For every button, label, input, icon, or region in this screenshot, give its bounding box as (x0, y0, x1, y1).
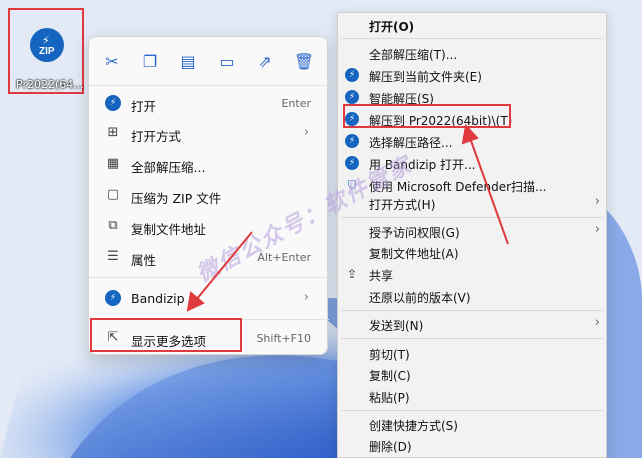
bandizip-file-icon: ⚡ ZIP (30, 28, 64, 62)
share-icon[interactable]: ⇗ (254, 51, 276, 73)
classic-item-extract-here[interactable]: ⚡ 解压到当前文件夹(E) (338, 65, 608, 86)
classic-item-paste[interactable]: 粘贴(P) (338, 386, 608, 407)
divider (341, 38, 603, 39)
classic-item-delete[interactable]: 删除(D) (338, 435, 608, 456)
classic-item-open-with[interactable]: 打开方式(H) › (338, 193, 608, 214)
divider (341, 410, 603, 411)
share-icon: ⇪ (346, 267, 358, 281)
chevron-right-icon: › (303, 125, 309, 140)
classic-item-send-to[interactable]: 发送到(N) › (338, 314, 608, 335)
classic-item-restore-versions[interactable]: 还原以前的版本(V) (338, 286, 608, 307)
classic-item-copy-path[interactable]: 复制文件地址(A) (338, 242, 608, 263)
classic-item-choose-path[interactable]: ⚡ 选择解压路径... (338, 131, 608, 152)
bandizip-icon: ⚡ (105, 290, 121, 306)
classic-item-open[interactable]: 打开(O) (338, 15, 608, 36)
divider (341, 310, 603, 311)
classic-item-cut[interactable]: 剪切(T) (338, 343, 608, 364)
delete-icon[interactable]: 🗑 (293, 51, 315, 73)
chevron-right-icon: › (594, 315, 600, 330)
menu-item-bandizip[interactable]: ⚡ Bandizip › (93, 283, 325, 313)
menu-item-open-with[interactable]: ⊞ 打开方式 › (93, 118, 325, 148)
open-with-icon: ⊞ (107, 125, 119, 140)
extract-all-icon: ▦ (106, 156, 120, 171)
paste-icon[interactable]: ▤ (177, 51, 199, 73)
highlight-box-extract-to (343, 104, 511, 128)
cut-icon[interactable]: ✂ (101, 51, 123, 73)
desktop-file-label: Pr2022(64... (16, 78, 84, 91)
classic-item-create-shortcut[interactable]: 创建快捷方式(S) (338, 414, 608, 435)
classic-context-menu: 打开(O) 全部解压缩(T)... ⚡ 解压到当前文件夹(E) ⚡ 智能解压(S… (337, 12, 607, 458)
divider (89, 85, 329, 86)
menu-item-extract-all[interactable]: ▦ 全部解压缩... (93, 149, 325, 179)
bandizip-icon: ⚡ (345, 68, 359, 82)
bandizip-icon: ⚡ (105, 95, 121, 111)
chevron-right-icon: › (303, 290, 309, 305)
divider (341, 338, 603, 339)
chevron-right-icon: › (594, 222, 600, 237)
chevron-right-icon: › (594, 194, 600, 209)
rename-icon[interactable]: ▭ (216, 51, 238, 73)
bandizip-icon: ⚡ (345, 90, 359, 104)
zip-icon: ▢ (106, 187, 120, 202)
win11-context-menu: ✂ ❐ ▤ ▭ ⇗ 🗑 ⚡ 打开 Enter ⊞ 打开方式 › ▦ 全部解压缩.… (88, 36, 329, 355)
divider (341, 217, 603, 218)
classic-item-grant-access[interactable]: 授予访问权限(G) › (338, 221, 608, 242)
classic-item-share[interactable]: ⇪ 共享 (338, 264, 608, 285)
classic-item-extract-all[interactable]: 全部解压缩(T)... (338, 43, 608, 64)
context-menu-toolbar: ✂ ❐ ▤ ▭ ⇗ 🗑 (89, 37, 329, 83)
copy-path-icon: ⧉ (108, 218, 118, 233)
copy-icon[interactable]: ❐ (139, 51, 161, 73)
bandizip-icon: ⚡ (345, 134, 359, 148)
properties-icon: ☰ (107, 249, 119, 264)
menu-item-open[interactable]: ⚡ 打开 Enter (93, 88, 325, 118)
bandizip-icon: ⚡ (345, 156, 359, 170)
classic-item-copy[interactable]: 复制(C) (338, 364, 608, 385)
highlight-box-show-more (90, 318, 242, 352)
desktop-file-icon[interactable]: ⚡ ZIP Pr2022(64... (8, 8, 84, 94)
